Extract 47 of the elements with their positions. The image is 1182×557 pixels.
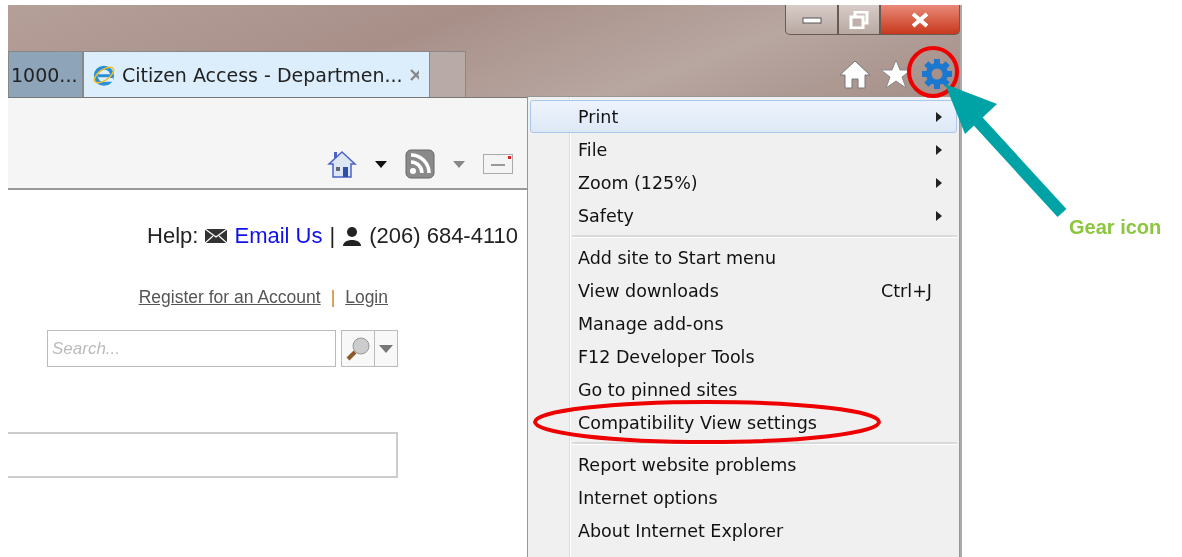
divider-text: | — [329, 223, 336, 249]
dropdown-caret-icon[interactable] — [375, 160, 387, 168]
close-button[interactable] — [880, 5, 960, 35]
menu-item[interactable]: Zoom (125%) — [530, 166, 957, 199]
search-icon — [345, 335, 371, 362]
close-tab-icon[interactable] — [408, 67, 419, 82]
person-icon — [342, 226, 363, 246]
login-link[interactable]: Login — [345, 287, 388, 308]
dropdown-caret-icon — [379, 344, 393, 353]
menu-item[interactable]: Compatibility View settings — [530, 406, 957, 439]
browser-tab[interactable]: 1000... — [8, 51, 83, 97]
browser-tab[interactable]: Citizen Access - Departmen... — [83, 51, 430, 97]
search-button[interactable] — [341, 330, 375, 367]
submenu-arrow-icon — [936, 111, 942, 122]
search-options-button[interactable] — [375, 330, 398, 367]
menu-item[interactable]: Go to pinned sites — [530, 373, 957, 406]
help-label: Help: — [147, 223, 199, 249]
search-field[interactable]: Search... — [47, 330, 336, 367]
minimize-icon — [801, 15, 822, 24]
restore-icon — [849, 10, 869, 29]
menu-item[interactable]: File — [530, 133, 957, 166]
menu-item[interactable]: Report website problems — [530, 448, 957, 481]
email-link[interactable]: Email Us — [234, 223, 323, 249]
divider-text: | — [330, 287, 336, 308]
menu-item[interactable]: About Internet Explorer — [530, 514, 957, 547]
phone-number: (206) 684-4110 — [369, 223, 518, 249]
menu-item[interactable]: View downloads Ctrl+J — [530, 274, 957, 307]
envelope-icon — [205, 228, 228, 244]
menu-item[interactable]: Safety — [530, 199, 957, 232]
menu-item[interactable]: Manage add-ons — [530, 307, 957, 340]
submenu-arrow-icon — [936, 210, 942, 221]
submenu-arrow-icon — [936, 177, 942, 188]
feeds-icon[interactable] — [405, 149, 435, 179]
restore-button[interactable] — [838, 5, 880, 35]
menu-item[interactable]: Internet options — [530, 481, 957, 514]
menu-item[interactable]: F12 Developer Tools — [530, 340, 957, 373]
close-icon — [910, 11, 930, 28]
menu-item[interactable]: Print — [530, 100, 957, 133]
menu-item[interactable]: Add site to Start menu — [530, 241, 957, 274]
home-icon[interactable] — [838, 58, 872, 90]
home-icon[interactable] — [327, 149, 357, 179]
mail-icon[interactable] — [483, 154, 513, 174]
annotation-label: Gear icon — [1069, 216, 1162, 239]
highlight-circle — [906, 45, 960, 99]
minimize-button[interactable] — [785, 5, 838, 35]
register-link[interactable]: Register for an Account — [138, 287, 321, 308]
submenu-arrow-icon — [936, 144, 942, 155]
